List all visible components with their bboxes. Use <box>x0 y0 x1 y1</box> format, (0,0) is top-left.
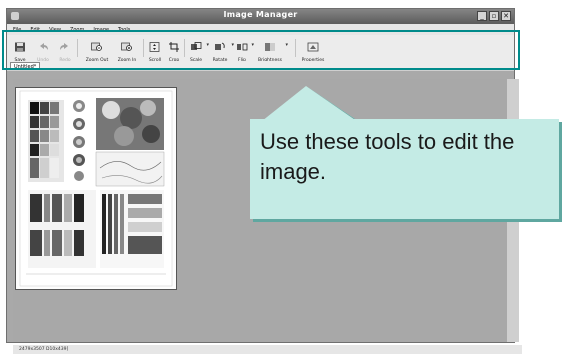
status-bar: 2479x3507 D10x439] <box>13 345 522 354</box>
callout-box: Use these tools to edit the image. <box>250 119 559 219</box>
callout-text: Use these tools to edit the image. <box>260 129 515 184</box>
